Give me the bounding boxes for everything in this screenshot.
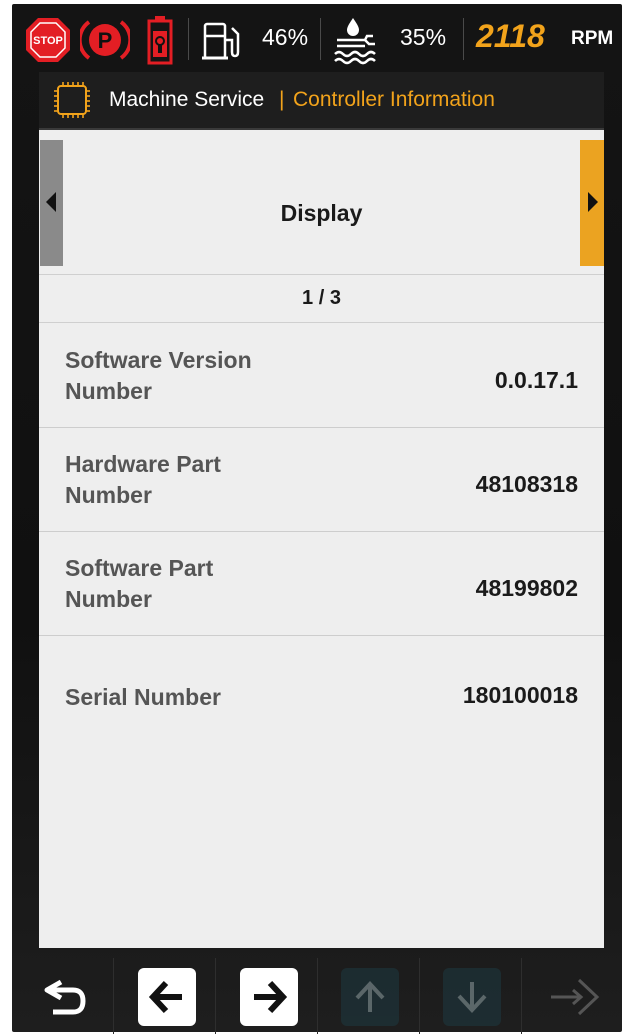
status-divider (463, 18, 464, 60)
info-row-software-version: Software Version Number 0.0.17.1 (39, 323, 604, 428)
info-label: Hardware Part Number (65, 451, 221, 508)
arrow-left-key (138, 968, 196, 1026)
device-screen: STOP P 46% 35% 2118 RPM Machine Service … (0, 0, 636, 1034)
arrow-right-button[interactable] (216, 958, 318, 1034)
bottom-toolbar (12, 958, 622, 1034)
info-value: 180100018 (462, 682, 578, 708)
arrow-right-key (240, 968, 298, 1026)
park-label: P (98, 28, 113, 53)
arrow-down-button[interactable] (420, 958, 522, 1034)
info-row-software-part: Software Part Number 48199802 (39, 531, 604, 636)
arrow-down-icon (457, 982, 487, 1013)
page-indicator: 1 / 3 (39, 274, 604, 323)
info-label: Software Part Number (65, 555, 214, 612)
arrow-up-button[interactable] (318, 958, 420, 1034)
arrow-left-icon (148, 980, 182, 1014)
rpm-value: 2118 (476, 18, 545, 54)
header-subtitle: Controller Information (293, 88, 495, 111)
stop-label: STOP (33, 35, 63, 47)
arrow-down-key (443, 968, 501, 1026)
stop-icon: STOP (26, 18, 70, 62)
chip-icon (54, 82, 90, 118)
rpm-unit: RPM (571, 28, 614, 49)
controller-selector: Display (39, 130, 604, 275)
enter-button[interactable] (522, 958, 623, 1034)
info-value: 0.0.17.1 (494, 367, 578, 393)
fuel-icon (202, 22, 240, 60)
back-button[interactable] (12, 958, 114, 1034)
content-panel: Display 1 / 3 Software Version Number 0.… (39, 130, 604, 948)
back-icon (44, 979, 86, 1015)
arrow-right-icon (254, 980, 288, 1014)
info-row-hardware-part: Hardware Part Number 48108318 (39, 427, 604, 532)
status-bar: STOP P 46% 35% 2118 RPM (12, 6, 622, 72)
screen-header: Machine Service | Controller Information (39, 72, 604, 130)
info-value: 48108318 (475, 471, 578, 497)
info-value: 48199802 (475, 575, 578, 601)
caret-right-icon (588, 192, 598, 212)
arrow-left-button[interactable] (114, 958, 216, 1034)
controller-title: Display (280, 200, 363, 226)
status-divider (320, 18, 321, 60)
battery-warning-icon (147, 16, 173, 65)
next-controller-button[interactable] (580, 140, 604, 266)
status-divider (188, 18, 189, 60)
arrow-up-key (341, 968, 399, 1026)
info-label: Serial Number (65, 684, 221, 710)
info-row-serial-number: Serial Number 180100018 (39, 635, 604, 739)
parking-brake-icon: P (80, 20, 130, 60)
enter-icon (551, 978, 600, 1016)
fuel-level: 46% (262, 24, 309, 50)
header-title: Machine Service (109, 88, 265, 111)
header-separator: | (279, 88, 285, 111)
def-level: 35% (400, 24, 447, 50)
arrow-up-icon (355, 981, 385, 1012)
def-fluid-icon (334, 18, 376, 65)
info-label: Software Version Number (65, 347, 252, 404)
